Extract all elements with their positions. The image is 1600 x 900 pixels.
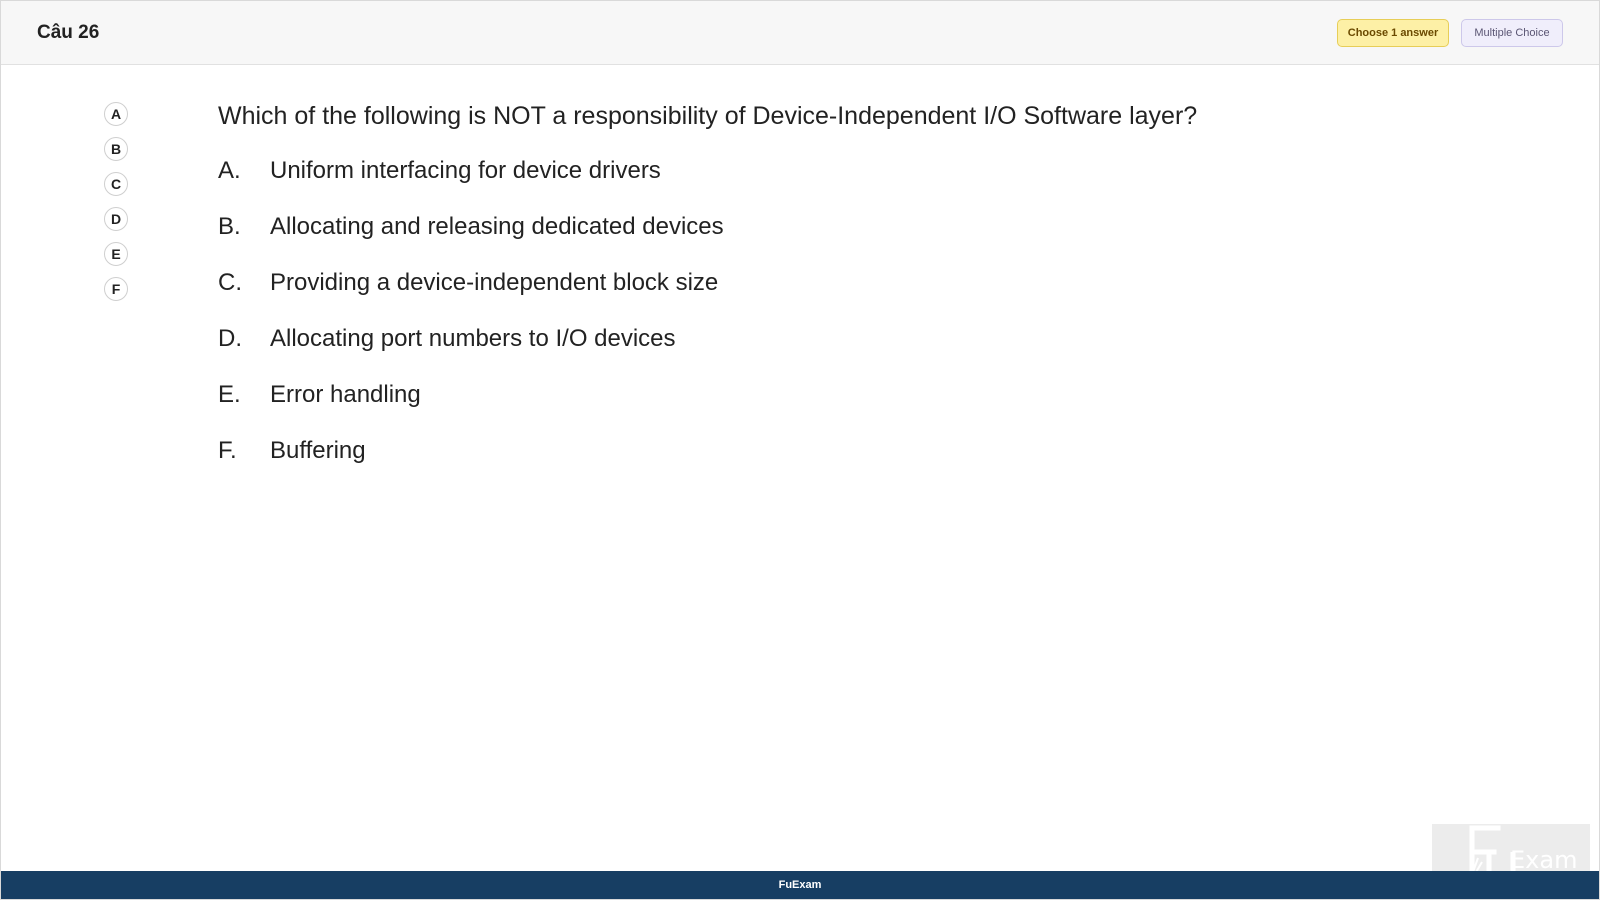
choice-button-a[interactable]: A bbox=[104, 102, 128, 126]
option-b: B. Allocating and releasing dedicated de… bbox=[218, 210, 1418, 266]
option-text: Error handling bbox=[270, 381, 421, 408]
option-text: Uniform interfacing for device drivers bbox=[270, 157, 661, 184]
exam-window: Câu 26 Choose 1 answer Multiple Choice A… bbox=[0, 0, 1600, 900]
option-e: E. Error handling bbox=[218, 378, 1418, 434]
footer-bar: FuExam bbox=[1, 871, 1599, 899]
question-header: Câu 26 Choose 1 answer Multiple Choice bbox=[1, 1, 1599, 65]
option-text: Buffering bbox=[270, 437, 366, 464]
answer-choice-list: A B C D E F bbox=[104, 102, 130, 312]
option-d: D. Allocating port numbers to I/O device… bbox=[218, 322, 1418, 378]
choice-button-e[interactable]: E bbox=[104, 242, 128, 266]
question-type-badge: Multiple Choice bbox=[1461, 19, 1563, 47]
question-text: Which of the following is NOT a responsi… bbox=[218, 102, 1198, 130]
choice-button-d[interactable]: D bbox=[104, 207, 128, 231]
option-text: Allocating port numbers to I/O devices bbox=[270, 325, 676, 352]
option-letter: D. bbox=[218, 325, 242, 352]
option-letter: C. bbox=[218, 269, 242, 296]
option-f: F. Buffering bbox=[218, 434, 1418, 490]
choice-button-b[interactable]: B bbox=[104, 137, 128, 161]
option-letter: B. bbox=[218, 213, 241, 240]
choice-button-f[interactable]: F bbox=[104, 277, 128, 301]
option-c: C. Providing a device-independent block … bbox=[218, 266, 1418, 322]
question-number: Câu 26 bbox=[37, 22, 100, 43]
logo-exam-text: Exam bbox=[1510, 846, 1577, 874]
option-letter: A. bbox=[218, 157, 241, 184]
option-letter: F. bbox=[218, 437, 237, 464]
choose-answer-badge: Choose 1 answer bbox=[1337, 19, 1449, 47]
question-content: Which of the following is NOT a responsi… bbox=[218, 99, 1418, 490]
option-letter: E. bbox=[218, 381, 241, 408]
option-a: A. Uniform interfacing for device driver… bbox=[218, 154, 1418, 210]
option-text: Providing a device-independent block siz… bbox=[270, 269, 719, 296]
option-text: Allocating and releasing dedicated devic… bbox=[270, 213, 724, 240]
choice-button-c[interactable]: C bbox=[104, 172, 128, 196]
